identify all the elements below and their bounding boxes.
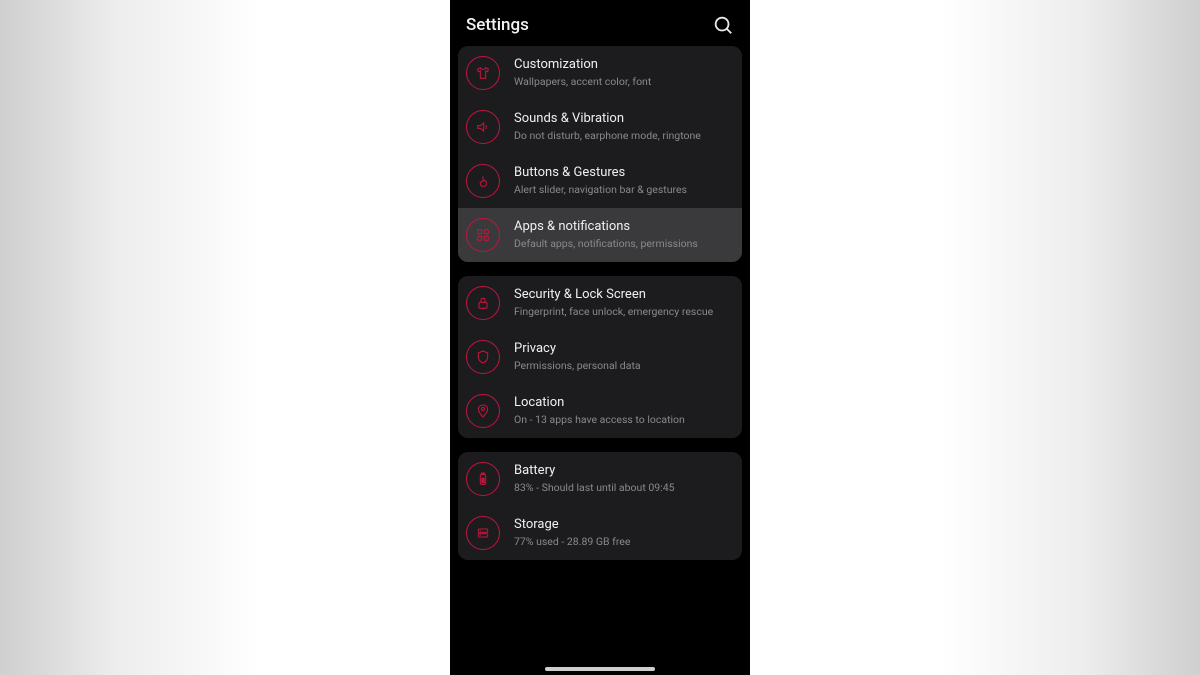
row-texts: Storage 77% used - 28.89 GB free [514, 517, 732, 549]
row-texts: Customization Wallpapers, accent color, … [514, 57, 732, 89]
row-title: Sounds & Vibration [514, 111, 732, 127]
stage: Settings Customization Wallpapers, accen… [0, 0, 1200, 675]
settings-row-apps[interactable]: Apps & notifications Default apps, notif… [458, 208, 742, 262]
apps-icon [466, 218, 500, 252]
row-title: Storage [514, 517, 732, 533]
tshirt-icon [466, 56, 500, 90]
volume-icon [466, 110, 500, 144]
pin-icon [466, 394, 500, 428]
settings-row-buttons[interactable]: Buttons & Gestures Alert slider, navigat… [458, 154, 742, 208]
row-title: Buttons & Gestures [514, 165, 732, 181]
row-subtitle: 77% used - 28.89 GB free [514, 535, 732, 549]
row-texts: Location On - 13 apps have access to loc… [514, 395, 732, 427]
row-texts: Sounds & Vibration Do not disturb, earph… [514, 111, 732, 143]
nav-bar-handle[interactable] [545, 667, 655, 671]
row-subtitle: Default apps, notifications, permissions [514, 237, 732, 251]
row-subtitle: Permissions, personal data [514, 359, 732, 373]
row-texts: Apps & notifications Default apps, notif… [514, 219, 732, 251]
page-title: Settings [466, 15, 529, 35]
battery-icon [466, 462, 500, 496]
row-texts: Security & Lock Screen Fingerprint, face… [514, 287, 732, 319]
row-texts: Battery 83% - Should last until about 09… [514, 463, 732, 495]
row-texts: Privacy Permissions, personal data [514, 341, 732, 373]
row-subtitle: Do not disturb, earphone mode, ringtone [514, 129, 732, 143]
row-title: Battery [514, 463, 732, 479]
settings-group: Battery 83% - Should last until about 09… [458, 452, 742, 560]
storage-icon [466, 516, 500, 550]
search-icon [712, 14, 734, 36]
row-subtitle: Alert slider, navigation bar & gestures [514, 183, 732, 197]
row-title: Apps & notifications [514, 219, 732, 235]
row-title: Customization [514, 57, 732, 73]
settings-row-privacy[interactable]: Privacy Permissions, personal data [458, 330, 742, 384]
shield-icon [466, 340, 500, 374]
settings-row-battery[interactable]: Battery 83% - Should last until about 09… [458, 452, 742, 506]
phone-frame: Settings Customization Wallpapers, accen… [450, 0, 750, 675]
row-subtitle: Fingerprint, face unlock, emergency resc… [514, 305, 732, 319]
settings-header: Settings [450, 0, 750, 46]
settings-row-sounds[interactable]: Sounds & Vibration Do not disturb, earph… [458, 100, 742, 154]
settings-row-security[interactable]: Security & Lock Screen Fingerprint, face… [458, 276, 742, 330]
bg-gradient-left [0, 0, 260, 675]
search-button[interactable] [712, 14, 734, 36]
settings-row-customization[interactable]: Customization Wallpapers, accent color, … [458, 46, 742, 100]
lock-icon [466, 286, 500, 320]
row-subtitle: On - 13 apps have access to location [514, 413, 732, 427]
settings-group: Security & Lock Screen Fingerprint, face… [458, 276, 742, 438]
settings-content: Customization Wallpapers, accent color, … [450, 46, 750, 560]
gesture-icon [466, 164, 500, 198]
row-subtitle: 83% - Should last until about 09:45 [514, 481, 732, 495]
row-subtitle: Wallpapers, accent color, font [514, 75, 732, 89]
settings-row-storage[interactable]: Storage 77% used - 28.89 GB free [458, 506, 742, 560]
row-title: Security & Lock Screen [514, 287, 732, 303]
settings-row-location[interactable]: Location On - 13 apps have access to loc… [458, 384, 742, 438]
row-texts: Buttons & Gestures Alert slider, navigat… [514, 165, 732, 197]
settings-group: Customization Wallpapers, accent color, … [458, 46, 742, 262]
row-title: Location [514, 395, 732, 411]
bg-gradient-right [940, 0, 1200, 675]
row-title: Privacy [514, 341, 732, 357]
